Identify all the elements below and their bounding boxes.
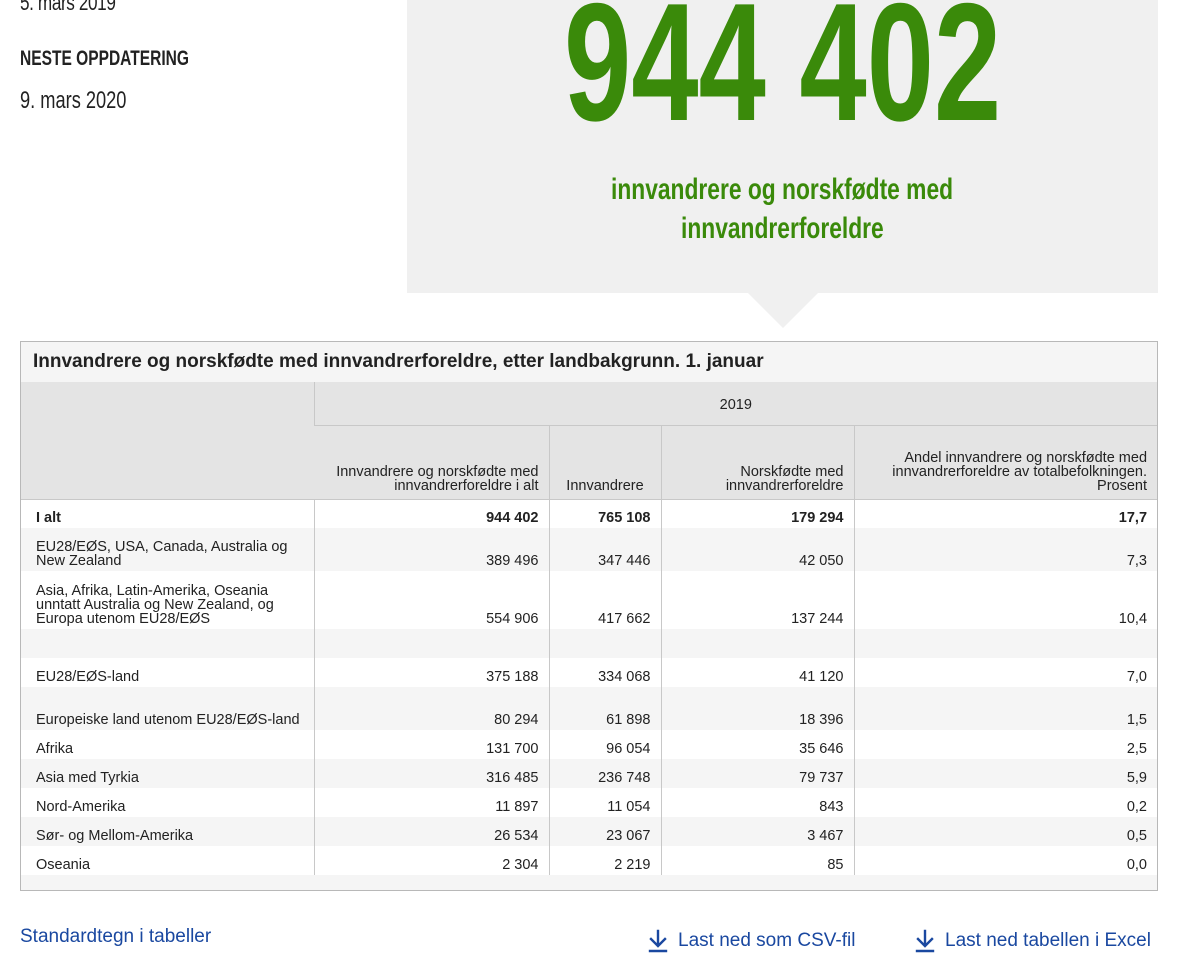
cell-norwegian-born: 42 050 <box>660 528 854 571</box>
download-arrow-icon <box>648 929 668 953</box>
cell-immigrants: 23 067 <box>548 817 661 846</box>
cell-immigrants: 61 898 <box>548 687 661 730</box>
table-row: Asia med Tyrkia 316 485 236 748 79 737 5,9 <box>21 759 1158 788</box>
year-header: 2019 <box>313 382 1158 425</box>
table-row: Europeiske land utenom EU28/EØS-land 80 2… <box>21 687 1158 730</box>
cell-share: 0,0 <box>853 846 1158 875</box>
corner-header <box>21 382 314 499</box>
table-row <box>21 629 1158 658</box>
cell-total: 316 485 <box>313 759 549 788</box>
cell-total: 389 496 <box>313 528 549 571</box>
cell-immigrants <box>548 629 661 658</box>
cell-total: 80 294 <box>313 687 549 730</box>
cell-immigrants: 334 068 <box>548 658 661 687</box>
standard-signs-link[interactable]: Standardtegn i tabeller <box>20 926 211 948</box>
download-excel-button[interactable]: Last ned tabellen i Excel <box>915 929 1151 953</box>
table-row: EU28/EØS, USA, Canada, Australia og New … <box>21 528 1158 571</box>
cell-share: 0,2 <box>853 788 1158 817</box>
row-label: Nord-Amerika <box>36 799 126 815</box>
download-csv-label: Last ned som CSV-fil <box>678 930 856 951</box>
cell-share: 7,0 <box>853 658 1158 687</box>
table-row: I alt 944 402 765 108 179 294 17,7 <box>21 498 1158 528</box>
cell-norwegian-born: 137 244 <box>660 571 854 629</box>
column-header-norwegian-born: Norskfødte med innvandrerforeldre <box>660 424 854 499</box>
table-row: Sør- og Mellom-Amerika 26 534 23 067 3 467 0… <box>21 817 1158 846</box>
cell-share: 7,3 <box>853 528 1158 571</box>
cell-immigrants: 96 054 <box>548 730 661 759</box>
cell-norwegian-born: 179 294 <box>660 498 854 528</box>
cell-share: 2,5 <box>853 730 1158 759</box>
table-row: Afrika 131 700 96 054 35 646 2,5 <box>21 730 1158 759</box>
cell-immigrants: 347 446 <box>548 528 661 571</box>
highlight-subtitle: innvandrere og norskfødte med innvandrer… <box>407 170 1158 248</box>
published-date: 5. mars 2019 <box>20 0 116 15</box>
cell-total: 554 906 <box>313 571 549 629</box>
statistics-table-container: Innvandrere og norskfødte med innvandrer… <box>20 341 1158 891</box>
cell-share: 17,7 <box>853 498 1158 528</box>
column-header-total: Innvandrere og norskfødte med innvandrer… <box>314 424 549 499</box>
row-label <box>21 629 314 658</box>
cell-immigrants: 417 662 <box>548 571 661 629</box>
download-excel-label: Last ned tabellen i Excel <box>945 930 1151 951</box>
row-label: Asia med Tyrkia <box>36 770 139 786</box>
row-label: Afrika <box>36 741 74 757</box>
row-label: Asia, Afrika, Latin-Amerika, Oseania unn… <box>36 583 274 627</box>
cell-total: 26 534 <box>313 817 549 846</box>
row-label: EU28/EØS, USA, Canada, Australia og New … <box>36 539 288 569</box>
cell-immigrants: 2 219 <box>548 846 661 875</box>
column-header-share: Andel innvandrere og norskfødte med innv… <box>853 424 1158 499</box>
table-row: Nord-Amerika 11 897 11 054 843 0,2 <box>21 788 1158 817</box>
row-label: Sør- og Mellom-Amerika <box>36 828 194 844</box>
cell-total: 2 304 <box>313 846 549 875</box>
cell-norwegian-born: 35 646 <box>660 730 854 759</box>
highlight-subtitle-line2: innvandrerforeldre <box>681 212 884 245</box>
column-header-immigrants: Innvandrere <box>548 424 661 499</box>
cell-share: 0,5 <box>853 817 1158 846</box>
cell-total: 375 188 <box>313 658 549 687</box>
row-label: EU28/EØS-land <box>36 669 140 685</box>
row-label: I alt <box>21 498 314 528</box>
cell-share: 10,4 <box>853 571 1158 629</box>
download-arrow-icon <box>915 929 935 953</box>
table-row: EU28/EØS-land 375 188 334 068 41 120 7,0 <box>21 658 1158 687</box>
cell-norwegian-born: 843 <box>660 788 854 817</box>
row-label: Oseania <box>36 857 91 873</box>
cell-norwegian-born: 79 737 <box>660 759 854 788</box>
table-row: Oseania 2 304 2 219 85 0,0 <box>21 846 1158 875</box>
cell-total: 944 402 <box>313 498 549 528</box>
cell-total: 131 700 <box>313 730 549 759</box>
highlight-subtitle-line1: innvandrere og norskfødte med <box>611 173 954 206</box>
cell-total <box>313 629 549 658</box>
next-update-label: NESTE OPPDATERING <box>20 47 189 70</box>
cell-norwegian-born: 18 396 <box>660 687 854 730</box>
download-csv-button[interactable]: Last ned som CSV-fil <box>648 929 855 953</box>
cell-share: 1,5 <box>853 687 1158 730</box>
table-row: Asia, Afrika, Latin-Amerika, Oseania unn… <box>21 571 1158 629</box>
table-caption: Innvandrere og norskfødte med innvandrer… <box>21 342 1157 382</box>
cell-norwegian-born: 41 120 <box>660 658 854 687</box>
statistics-table: 2019 Innvandrere og norskfødte med innva… <box>21 382 1158 875</box>
cell-share: 5,9 <box>853 759 1158 788</box>
cell-norwegian-born: 85 <box>660 846 854 875</box>
cell-norwegian-born <box>660 629 854 658</box>
next-update-date: 9. mars 2020 <box>20 87 127 114</box>
cell-share <box>853 629 1158 658</box>
highlight-pointer <box>748 293 818 328</box>
highlight-number: 944 402 <box>563 0 1002 156</box>
cell-norwegian-born: 3 467 <box>660 817 854 846</box>
cell-immigrants: 236 748 <box>548 759 661 788</box>
cell-total: 11 897 <box>313 788 549 817</box>
cell-immigrants: 11 054 <box>548 788 661 817</box>
cell-immigrants: 765 108 <box>548 498 661 528</box>
row-label: Europeiske land utenom EU28/EØS-land <box>36 712 300 728</box>
